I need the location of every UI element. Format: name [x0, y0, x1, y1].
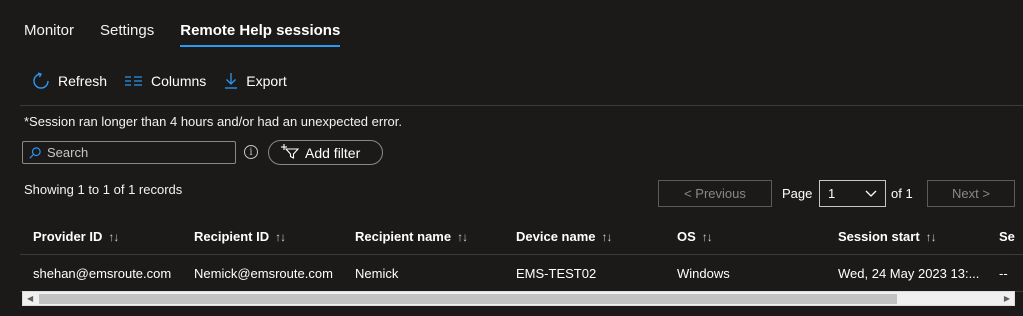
command-bar: Refresh Columns Export: [32, 72, 287, 90]
toolbar-divider: [20, 105, 1023, 106]
scroll-left-icon[interactable]: ◀: [27, 294, 33, 303]
horizontal-scrollbar[interactable]: ◀ ▶: [22, 291, 1015, 306]
add-filter-label: Add filter: [305, 144, 361, 161]
page-count-label: of 1: [891, 186, 913, 201]
page-select-value: 1: [828, 186, 836, 201]
column-header-session-start[interactable]: Session start ↑↓: [838, 218, 988, 255]
column-header-os[interactable]: OS ↑↓: [677, 218, 827, 255]
export-label: Export: [246, 73, 287, 89]
sort-icon: ↑↓: [108, 229, 119, 244]
add-filter-button[interactable]: Add filter: [268, 140, 383, 165]
tab-monitor[interactable]: Monitor: [24, 22, 74, 47]
columns-label: Columns: [151, 73, 207, 89]
export-icon: [224, 72, 238, 90]
table-row[interactable]: shehan@emsroute.com Nemick@emsroute.com …: [20, 255, 1023, 292]
columns-icon: [125, 75, 143, 87]
column-header-recipient-id[interactable]: Recipient ID ↑↓: [194, 218, 344, 255]
tab-settings[interactable]: Settings: [100, 22, 154, 47]
refresh-button[interactable]: Refresh: [32, 72, 107, 90]
export-button[interactable]: Export: [224, 72, 287, 90]
refresh-label: Refresh: [58, 73, 108, 89]
page-select[interactable]: 1: [819, 180, 886, 207]
cell-truncated: --: [999, 266, 1008, 281]
tab-remote-help-sessions[interactable]: Remote Help sessions: [180, 22, 341, 47]
sort-icon: ↑↓: [701, 229, 713, 244]
scrollbar-thumb[interactable]: [39, 294, 897, 304]
sort-icon: ↑↓: [275, 229, 286, 244]
sessions-table: Provider ID ↑↓ Recipient ID ↑↓ Recipient n…: [20, 218, 1023, 292]
chevron-down-icon: [865, 186, 877, 201]
tab-bar: Monitor Settings Remote Help sessions: [24, 22, 341, 47]
table-header-row: Provider ID ↑↓ Recipient ID ↑↓ Recipient n…: [20, 218, 1023, 255]
refresh-icon: [32, 72, 50, 90]
sort-icon: ↑↓: [457, 229, 468, 244]
records-count: Showing 1 to 1 of 1 records: [24, 182, 183, 197]
previous-page-button[interactable]: < Previous: [658, 180, 772, 207]
session-note: *Session ran longer than 4 hours and/or …: [24, 114, 402, 129]
info-icon[interactable]: i: [244, 145, 258, 159]
scroll-right-icon[interactable]: ▶: [1004, 294, 1010, 303]
filter-icon: [281, 143, 300, 162]
search-input[interactable]: [47, 145, 227, 160]
cell-os: Windows: [677, 266, 730, 281]
sort-icon: ↑↓: [601, 229, 613, 244]
column-header-device-name[interactable]: Device name ↑↓: [516, 218, 666, 255]
cell-recipient-id: Nemick@emsroute.com: [194, 266, 333, 281]
cell-recipient-name: Nemick: [355, 266, 399, 281]
column-header-provider-id[interactable]: Provider ID ↑↓: [33, 218, 183, 255]
columns-button[interactable]: Columns: [125, 73, 206, 89]
cell-session-start: Wed, 24 May 2023 13:...: [838, 266, 980, 281]
page-label: Page: [782, 186, 813, 201]
cell-provider-id: shehan@emsroute.com: [33, 266, 172, 281]
column-header-truncated[interactable]: Se: [999, 218, 1023, 255]
search-icon: [29, 146, 41, 159]
sort-icon: ↑↓: [925, 229, 937, 244]
column-header-recipient-name[interactable]: Recipient name ↑↓: [355, 218, 505, 255]
search-box[interactable]: [22, 141, 236, 164]
cell-device-name: EMS-TEST02: [516, 266, 597, 281]
next-page-button[interactable]: Next >: [927, 180, 1015, 207]
